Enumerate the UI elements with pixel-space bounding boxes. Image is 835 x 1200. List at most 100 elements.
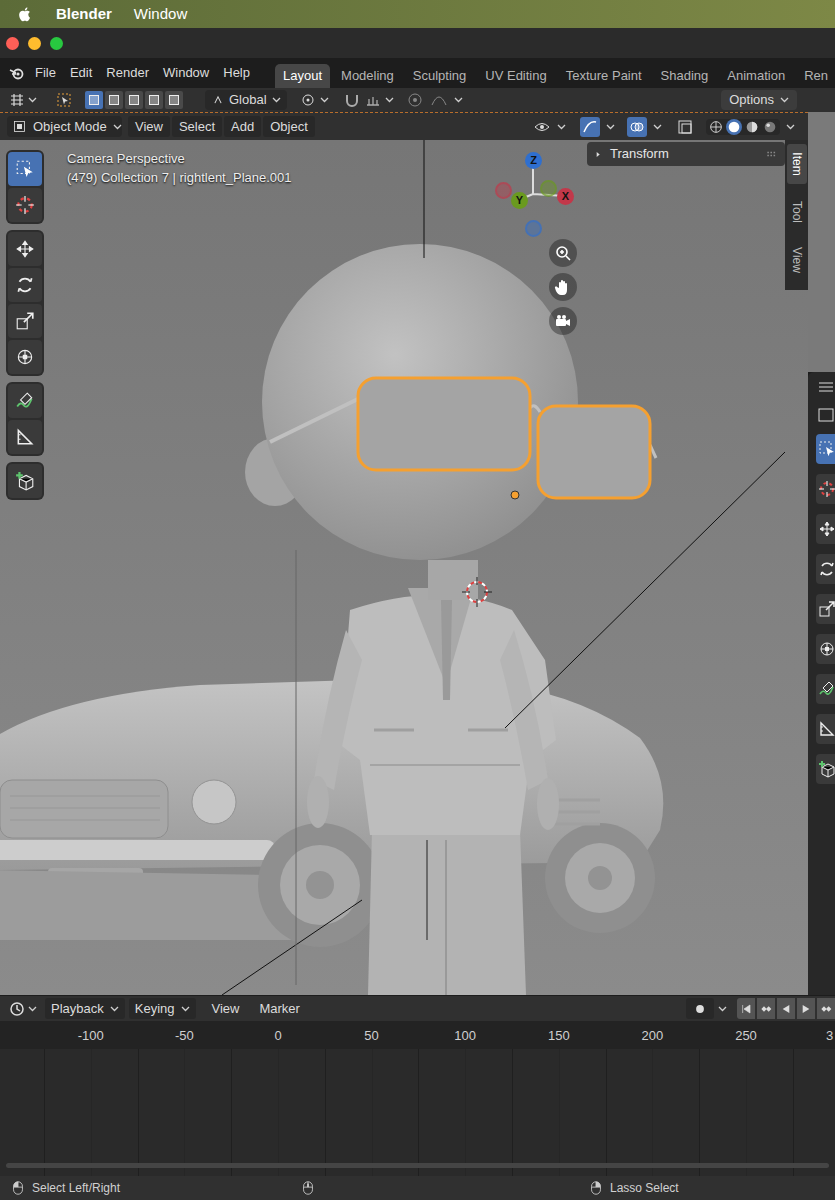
close-button[interactable]	[6, 37, 19, 50]
chevron-icon	[181, 1006, 190, 1012]
sidebar-tab[interactable]: Item	[787, 144, 807, 184]
playback-control[interactable]	[777, 998, 795, 1019]
tool-button[interactable]	[8, 340, 42, 374]
zoom-button[interactable]	[50, 37, 63, 50]
select-arrow-icon	[55, 91, 73, 109]
app-menu-item[interactable]: Help	[216, 58, 257, 88]
app-menu-item[interactable]: File	[28, 58, 63, 88]
frame-tick: 150	[548, 1026, 570, 1046]
side-tool-button[interactable]	[816, 594, 835, 624]
gizmo-negative-axis[interactable]	[540, 180, 557, 197]
app-menu-item[interactable]: Render	[99, 58, 156, 88]
object-mode-icon	[12, 119, 27, 134]
gizmo-axis[interactable]: X	[557, 188, 574, 205]
os-menu-item[interactable]: Window	[134, 3, 187, 26]
gizmo-axis[interactable]: Y	[511, 192, 528, 209]
viewport-editor: Object ModeViewSelectAddObjectCamera Per…	[0, 112, 808, 995]
sidebar-tabs: Item Tool View	[785, 140, 808, 290]
camera-button[interactable]	[549, 307, 577, 335]
snap-target-icon	[364, 91, 382, 109]
orientation-dropdown[interactable]: Global	[205, 90, 287, 110]
record-button[interactable]	[686, 998, 714, 1019]
render-shading-icon	[762, 119, 778, 135]
workspace-tab[interactable]: Shading	[653, 64, 717, 88]
blender-logo[interactable]	[0, 58, 28, 88]
workspace-tab[interactable]: Animation	[719, 64, 793, 88]
workspace-tab[interactable]: Layout	[275, 64, 330, 88]
side-tool-button[interactable]	[816, 554, 835, 584]
side-tool-button[interactable]	[816, 714, 835, 744]
workspace-tab[interactable]: Sculpting	[405, 64, 474, 88]
viewport-3d[interactable]: Camera Perspective(479) Collection 7 | r…	[0, 140, 808, 995]
workspace-tab[interactable]: Ren	[796, 64, 835, 88]
playback-control[interactable]	[797, 998, 815, 1019]
select-mode-buttons[interactable]	[85, 91, 183, 109]
select-mode-icon[interactable]	[85, 91, 103, 109]
tool-button[interactable]	[8, 268, 42, 302]
zoom-button[interactable]	[549, 239, 577, 267]
frame-tick: -50	[175, 1026, 194, 1046]
sidebar-tab[interactable]: Tool	[787, 192, 807, 232]
transform-icon	[818, 640, 835, 658]
mouse-right-icon	[588, 1180, 604, 1196]
side-tool-button[interactable]	[816, 674, 835, 704]
playback-control-icon	[780, 1003, 792, 1015]
app-name[interactable]: Blender	[56, 3, 112, 26]
side-editor	[808, 112, 835, 995]
options-dropdown[interactable]: Options	[721, 90, 797, 110]
playback-control[interactable]	[737, 998, 755, 1019]
chevron-icon	[606, 124, 615, 130]
mouse-middle-icon	[300, 1180, 316, 1196]
transform-panel[interactable]: Transform	[587, 142, 785, 166]
workspace-tab[interactable]: Texture Paint	[558, 64, 650, 88]
select-mode-icon[interactable]	[145, 91, 163, 109]
side-tool-button[interactable]	[816, 754, 835, 784]
chevron-icon	[454, 97, 463, 103]
tool-button[interactable]	[8, 152, 42, 186]
viewport-menu[interactable]: Object	[263, 116, 315, 137]
minimize-button[interactable]	[28, 37, 41, 50]
gizmo-negative-axis[interactable]	[495, 182, 512, 199]
viewport-menu[interactable]: View	[128, 116, 170, 137]
tool-button[interactable]	[8, 384, 42, 418]
mode-dropdown[interactable]: Object Mode	[7, 116, 122, 137]
viewport-menu[interactable]: Select	[172, 116, 222, 137]
select-mode-icon[interactable]	[165, 91, 183, 109]
side-tool-button[interactable]	[816, 514, 835, 544]
gizmo-negative-axis[interactable]	[525, 220, 542, 237]
tool-button[interactable]	[8, 464, 42, 498]
chevron-icon	[557, 124, 566, 130]
timeline-menu[interactable]: Playback	[45, 998, 125, 1019]
workspace-tab[interactable]: UV Editing	[477, 64, 554, 88]
side-tool-button[interactable]	[816, 474, 835, 504]
navigation-buttons	[549, 239, 577, 335]
gizmo-toggle-icon	[581, 118, 599, 136]
rotate-tool	[15, 275, 35, 295]
scale-icon	[15, 311, 35, 331]
gizmo-axis[interactable]: Z	[525, 152, 542, 169]
tool-button[interactable]	[8, 304, 42, 338]
timeline-menu[interactable]: Marker	[253, 998, 305, 1019]
select-mode-icon[interactable]	[105, 91, 123, 109]
sidebar-tab[interactable]: View	[787, 240, 807, 280]
timeline-menu[interactable]: Keying	[129, 998, 196, 1019]
workspace-tab[interactable]: Modeling	[333, 64, 402, 88]
app-menu-item[interactable]: Window	[156, 58, 216, 88]
side-tool-button[interactable]	[816, 634, 835, 664]
tool-button[interactable]	[8, 188, 42, 222]
tool-button[interactable]	[8, 420, 42, 454]
playback-control[interactable]	[757, 998, 775, 1019]
tool-button[interactable]	[8, 232, 42, 266]
timeline-body[interactable]	[0, 1049, 835, 1176]
chevron-icon	[28, 1006, 37, 1012]
app-menu-item[interactable]: Edit	[63, 58, 99, 88]
transform-icon	[15, 347, 35, 367]
falloff-icon	[430, 91, 448, 109]
select-mode-icon[interactable]	[125, 91, 143, 109]
playback-control[interactable]	[817, 998, 835, 1019]
pan-button[interactable]	[549, 273, 577, 301]
viewport-menu[interactable]: Add	[224, 116, 261, 137]
timeline-menu[interactable]: View	[206, 998, 246, 1019]
timeline-scrollbar[interactable]	[6, 1163, 829, 1168]
side-tool-button[interactable]	[816, 434, 835, 464]
